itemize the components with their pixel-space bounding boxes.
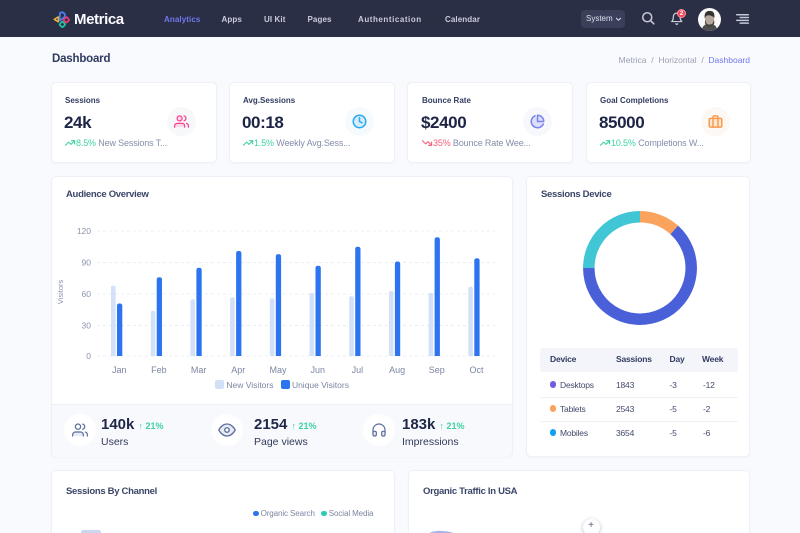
svg-text:Aug: Aug bbox=[389, 365, 405, 375]
svg-text:Jul: Jul bbox=[352, 365, 364, 375]
svg-text:Jun: Jun bbox=[310, 365, 325, 375]
svg-text:Visitors: Visitors bbox=[56, 280, 65, 305]
svg-text:May: May bbox=[269, 365, 287, 375]
svg-text:Feb: Feb bbox=[151, 365, 167, 375]
svg-text:Mar: Mar bbox=[191, 365, 207, 375]
svg-text:Sep: Sep bbox=[429, 365, 445, 375]
svg-text:Oct: Oct bbox=[469, 365, 484, 375]
svg-text:Apr: Apr bbox=[231, 365, 245, 375]
svg-text:120: 120 bbox=[77, 226, 91, 236]
svg-text:Jan: Jan bbox=[112, 365, 127, 375]
svg-text:60: 60 bbox=[82, 289, 92, 299]
svg-text:30: 30 bbox=[82, 321, 92, 331]
svg-text:90: 90 bbox=[82, 258, 92, 268]
svg-text:0: 0 bbox=[86, 351, 91, 361]
